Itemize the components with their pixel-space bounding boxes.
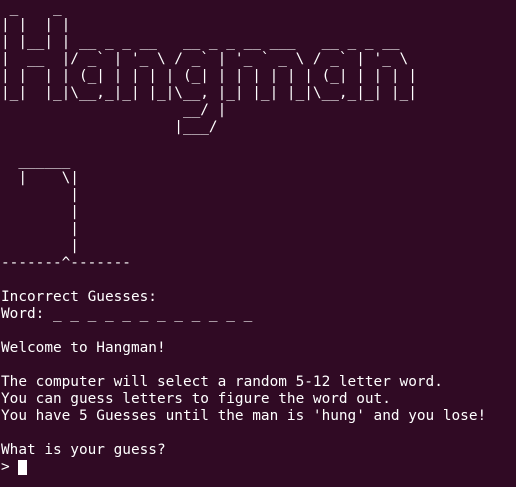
text-cursor[interactable] — [17, 460, 27, 475]
gallows-line: | — [1, 221, 79, 237]
gallows-line: | \| — [1, 170, 79, 186]
rules-line: You can guess letters to figure the word… — [1, 391, 391, 407]
banner-line: |_| |_|\__,_|_| |_|\__, |_| |_| |_|\__,_… — [1, 85, 417, 101]
gallows-base: -------^------- — [1, 255, 131, 271]
banner-line: |___/ — [1, 119, 218, 135]
input-prompt[interactable]: > — [0, 459, 516, 476]
gallows-line: ______ — [1, 153, 71, 169]
gallows-line: | — [1, 204, 79, 220]
banner-line: __/ | — [1, 102, 227, 118]
word-blanks: Word: _ _ _ _ _ _ _ _ _ _ _ _ — [1, 306, 253, 322]
banner-line: | | | | — [1, 17, 71, 33]
rules-line: You have 5 Guesses until the man is 'hun… — [1, 408, 487, 424]
gallows-line: | — [1, 238, 79, 254]
prompt-symbol: > — [1, 459, 10, 475]
banner-line: | __ |/ _` | '_ \ / _` | '_ ` _ \ / _` |… — [1, 51, 409, 67]
banner-line: | |__| | __ _ _ __ __ _ _ __ ___ __ _ _ … — [1, 34, 400, 50]
welcome-message: Welcome to Hangman! — [1, 340, 166, 356]
incorrect-guesses-label: Incorrect Guesses: — [1, 289, 157, 305]
banner-line: _ _ — [1, 0, 62, 16]
guess-question: What is your guess? — [1, 442, 166, 458]
banner-line: | | | | (_| | | | | (_| | | | | | | (_| … — [1, 68, 417, 84]
gallows-line: | — [1, 187, 79, 203]
rules-line: The computer will select a random 5-12 l… — [1, 374, 443, 390]
terminal-window[interactable]: _ _ | | | | | |__| | __ _ _ __ __ _ _ __… — [0, 0, 516, 487]
